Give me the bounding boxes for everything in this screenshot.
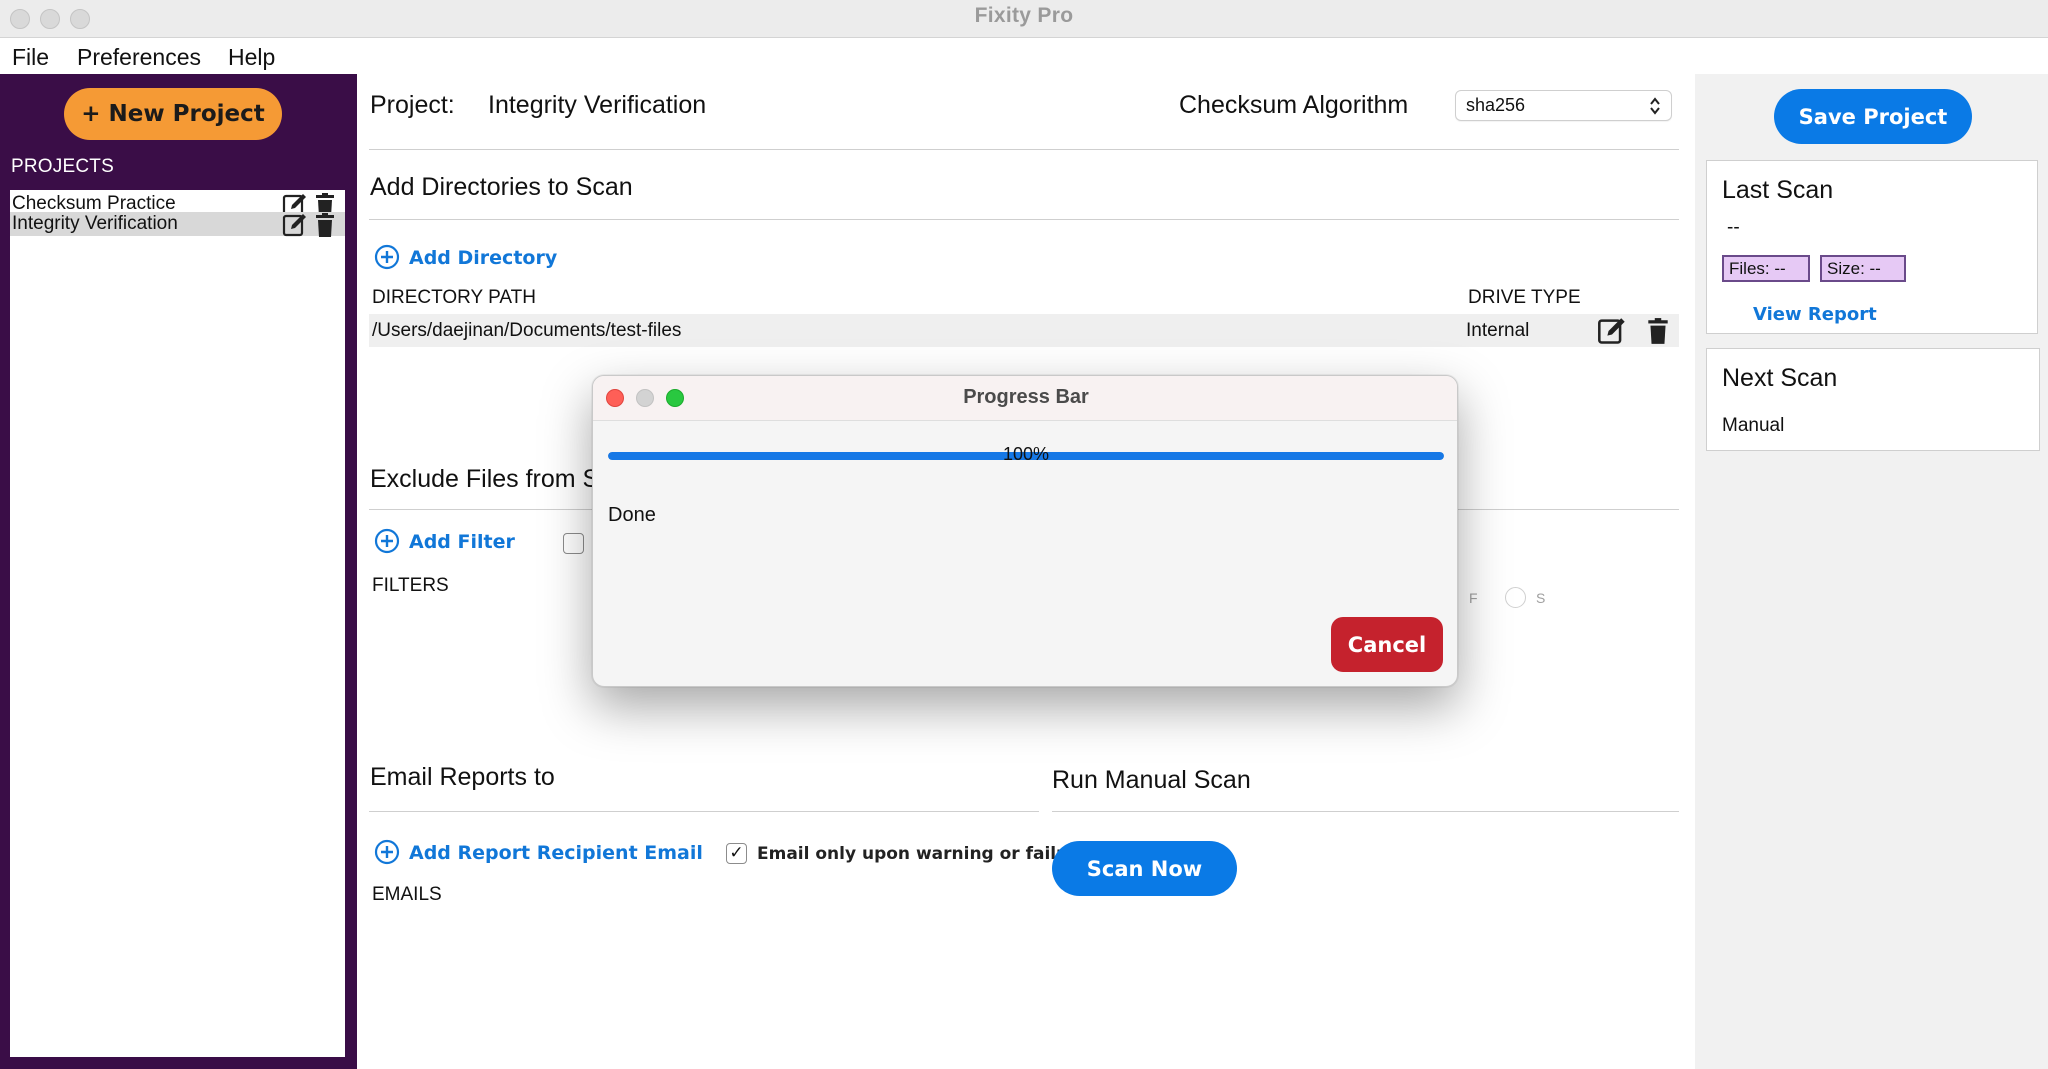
drive-type-column-header: DRIVE TYPE [1468,287,1581,308]
schedule-option-s: S [1536,590,1546,606]
next-scan-card: Next Scan Manual [1706,348,2040,451]
add-circle-icon[interactable] [374,244,400,270]
progress-status: Done [608,504,656,526]
sidebar: + New Project PROJECTS Checksum Practice… [0,74,357,1069]
files-count-chip: Files: -- [1722,255,1810,282]
divider [1052,811,1679,812]
cancel-button[interactable]: Cancel [1331,617,1443,672]
emails-label: EMAILS [372,884,442,905]
checksum-algorithm-label: Checksum Algorithm [1179,91,1409,119]
add-circle-icon[interactable] [374,839,400,865]
add-filter-link[interactable]: Add Filter [409,531,515,553]
email-reports-heading: Email Reports to [370,763,555,791]
scan-now-button[interactable]: Scan Now [1052,841,1237,896]
last-scan-value: -- [1727,217,1740,238]
size-chip: Size: -- [1820,255,1906,282]
checksum-algorithm-select[interactable]: sha256 [1455,90,1672,121]
filters-label: FILTERS [372,575,449,596]
exclude-option-checkbox[interactable] [563,533,584,554]
window-titlebar: Fixity Pro [0,0,2048,38]
directories-heading: Add Directories to Scan [370,173,633,201]
email-warning-label: Email only upon warning or failure [757,844,1089,864]
menu-help[interactable]: Help [228,44,275,71]
next-scan-value: Manual [1722,415,1785,436]
manual-scan-heading: Run Manual Scan [1052,766,1251,794]
last-scan-title: Last Scan [1722,176,1834,204]
menu-bar: File Preferences Help [0,38,2048,74]
email-warning-checkbox[interactable]: ✓ [726,843,747,864]
edit-icon[interactable] [1597,316,1627,346]
trash-icon[interactable] [1644,316,1672,346]
trash-icon[interactable] [312,212,338,238]
project-label: Project: [370,91,455,119]
schedule-radio[interactable] [1505,587,1526,608]
new-project-button[interactable]: + New Project [64,88,282,140]
project-list: Checksum Practice Integrity Verification [10,190,345,1057]
last-scan-card: Last Scan -- Files: -- Size: -- View Rep… [1706,160,2038,334]
project-item-integrity-verification[interactable]: Integrity Verification [10,212,345,238]
menu-file[interactable]: File [12,44,49,71]
dialog-title: Progress Bar [963,386,1089,408]
chevron-updown-icon [1650,97,1660,115]
schedule-option-f: F [1469,590,1478,606]
view-report-link[interactable]: View Report [1753,304,1877,325]
checksum-algorithm-value: sha256 [1466,95,1526,115]
project-name-title: Integrity Verification [488,91,707,119]
projects-label: PROJECTS [11,156,114,177]
directory-path-column-header: DIRECTORY PATH [372,287,536,308]
divider [369,811,1039,812]
divider [369,219,1679,220]
menu-preferences[interactable]: Preferences [77,44,201,71]
add-report-recipient-link[interactable]: Add Report Recipient Email [409,842,703,864]
directory-path-value: /Users/daejinan/Documents/test-files [372,320,682,341]
drive-type-value: Internal [1466,320,1530,341]
edit-icon[interactable] [282,212,308,238]
add-directory-link[interactable]: Add Directory [409,247,557,269]
add-circle-icon[interactable] [374,528,400,554]
progress-percent: 100% [1002,444,1050,464]
exclude-files-heading: Exclude Files from Sc [370,465,612,493]
project-name: Integrity Verification [12,213,178,234]
window-title: Fixity Pro [974,4,1074,27]
next-scan-title: Next Scan [1722,364,1838,392]
save-project-button[interactable]: Save Project [1774,89,1972,144]
divider [369,149,1679,150]
dialog-titlebar: Progress Bar [593,376,1457,421]
progress-dialog: Progress Bar 100% Done Cancel [592,375,1458,687]
